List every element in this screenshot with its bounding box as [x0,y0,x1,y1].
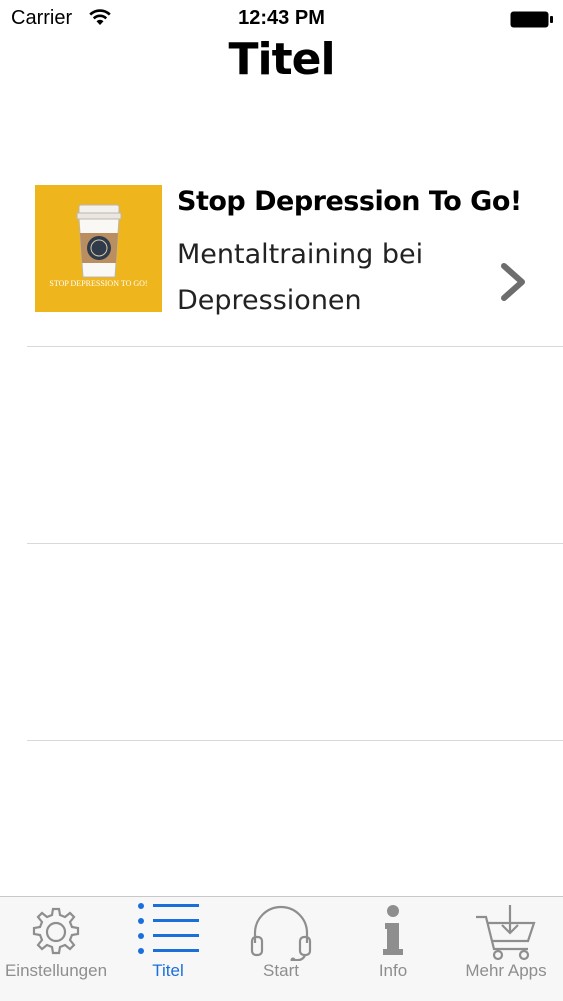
clock: 12:43 PM [238,7,325,29]
status-bar: Carrier 12:43 PM [0,0,563,38]
tab-mehr-apps[interactable]: Mehr Apps [450,897,562,1001]
tab-label: Info [378,961,408,980]
list-item-title: Stop Depression To Go! [177,186,522,217]
row-divider [27,346,563,347]
chevron-right-icon[interactable] [498,262,528,306]
tab-label: Start [263,961,299,980]
headphones-icon [250,905,312,961]
tab-bar: Einstellungen Titel Start Info Mehr Apps [0,896,563,1001]
page-title: Titel [228,34,335,85]
gear-icon [32,907,80,955]
row-divider [27,740,563,741]
cart-icon [476,905,536,961]
battery-icon [510,11,554,33]
podcast-cover-image: STOP DEPRESSION TO GO! [35,185,162,312]
list-icon [138,903,199,954]
list-item-subtitle: Mentaltraining bei Depressionen [177,239,424,316]
row-divider [27,543,563,544]
cover-text: STOP DEPRESSION TO GO! [49,279,148,288]
tab-titel[interactable]: Titel [112,897,224,1001]
tab-info[interactable]: Info [337,897,449,1001]
tab-label: Mehr Apps [465,961,547,980]
info-icon [383,905,403,955]
tab-einstellungen[interactable]: Einstellungen [0,897,112,1001]
tab-start[interactable]: Start [225,897,337,1001]
tab-label: Einstellungen [4,961,108,980]
tab-label: Titel [152,961,184,980]
